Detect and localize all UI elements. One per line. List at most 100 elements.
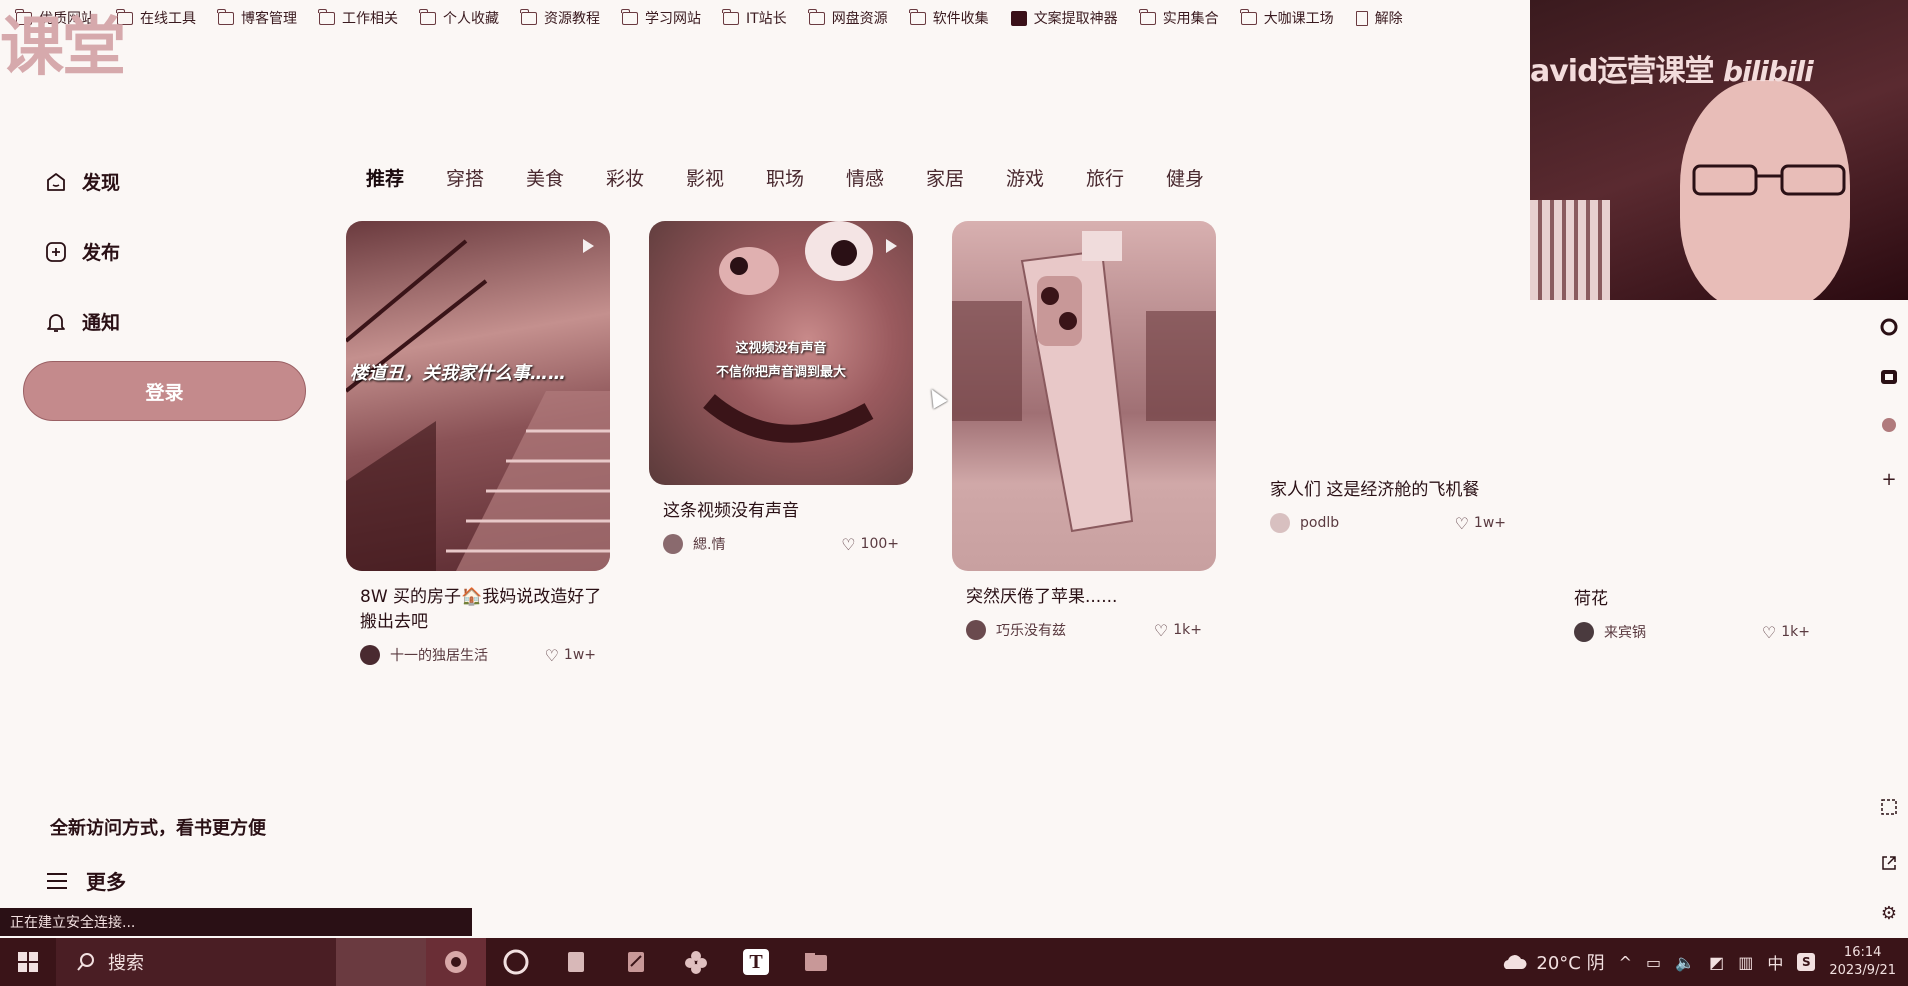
bookmark-1[interactable]: 在线工具	[116, 8, 196, 28]
network-icon[interactable]: ▭	[1646, 953, 1661, 972]
tab-emotion[interactable]: 情感	[846, 164, 926, 191]
author-name[interactable]: podlb	[1300, 515, 1455, 531]
taskbar-search[interactable]: 搜索	[56, 938, 336, 986]
like-button[interactable]: ♡ 1w+	[1455, 514, 1520, 533]
heart-icon: ♡	[1761, 622, 1777, 642]
glasses	[1692, 164, 1846, 196]
like-button[interactable]: ♡ 1k+	[1762, 623, 1824, 642]
screenshot-icon[interactable]	[1878, 796, 1900, 818]
channel-tabs: 推荐 穿搭 美食 彩妆 影视 职场 情感 家居 游戏 旅行 健身	[366, 164, 1246, 191]
login-button[interactable]: 登录	[23, 361, 306, 421]
bookmark-8[interactable]: 网盘资源	[808, 8, 888, 28]
promo-text[interactable]: 全新访问方式，看书更方便	[50, 814, 266, 840]
bookmark-6[interactable]: 学习网站	[621, 8, 701, 28]
card-title[interactable]: 这条视频没有声音	[649, 499, 913, 524]
chrome-app[interactable]	[486, 938, 546, 986]
chevron-up-icon[interactable]: ^	[1619, 953, 1632, 972]
bookmark-3[interactable]: 工作相关	[318, 8, 398, 28]
like-button[interactable]: ♡ 100+	[841, 535, 913, 554]
home-icon	[44, 170, 68, 194]
avatar[interactable]	[360, 645, 380, 665]
menu-icon	[47, 872, 67, 889]
editor-app[interactable]	[606, 938, 666, 986]
sidebar-item-publish[interactable]: 发布	[44, 238, 120, 265]
avatar[interactable]	[966, 620, 986, 640]
start-button[interactable]	[0, 938, 56, 986]
stairs-graphic	[346, 239, 610, 571]
bookmark-5[interactable]: 资源教程	[520, 8, 600, 28]
file-explorer-app[interactable]	[786, 938, 846, 986]
security-icon[interactable]: ◩	[1709, 953, 1724, 972]
bookmark-4[interactable]: 个人收藏	[419, 8, 499, 28]
avatar[interactable]	[663, 534, 683, 554]
t-icon: T	[743, 949, 769, 975]
sidebar-item-discover[interactable]: 发现	[44, 168, 120, 195]
bookmark-label: 博客管理	[241, 11, 297, 27]
author-name[interactable]: 来宾锅	[1604, 622, 1762, 642]
bookmark-label: 资源教程	[544, 11, 600, 27]
search-icon	[77, 953, 94, 971]
notes-app[interactable]	[546, 938, 606, 986]
author-name[interactable]: 緦.情	[693, 534, 841, 554]
bookmark-11[interactable]: 实用集合	[1139, 8, 1219, 28]
taskbar: 搜索 T 20°C 阴 ^ ▭ 🔈 ◩ ▥ 中 S 16:14 2023/9/2…	[0, 938, 1908, 986]
card-title[interactable]: 荷花	[1560, 587, 1824, 612]
add-icon[interactable]: +	[1878, 468, 1900, 490]
tab-games[interactable]: 游戏	[1006, 164, 1086, 191]
bookmark-13[interactable]: 解除	[1355, 8, 1403, 28]
flower-app[interactable]	[666, 938, 726, 986]
card-cover[interactable]: 这视频没有声音 不信你把声音调到最大	[649, 221, 913, 485]
bookmark-label: 学习网站	[645, 11, 701, 27]
weather-widget[interactable]: 20°C 阴	[1500, 949, 1605, 975]
card-title[interactable]: 家人们 这是经济舱的飞机餐	[1256, 478, 1520, 503]
tab-career[interactable]: 职场	[766, 164, 846, 191]
bookmark-12[interactable]: 大咖课工场	[1240, 8, 1334, 28]
card-cover[interactable]: 楼道丑，关我家什么事……	[346, 221, 610, 571]
outlook-icon[interactable]	[1878, 366, 1900, 388]
bookmark-label: 实用集合	[1162, 11, 1219, 27]
heart-icon: ♡	[841, 534, 856, 554]
author-name[interactable]: 十一的独居生活	[390, 645, 545, 665]
note-card[interactable]: 这视频没有声音 不信你把声音调到最大 这条视频没有声音 緦.情 ♡ 100+	[649, 221, 913, 554]
avatar[interactable]	[1270, 513, 1290, 533]
search-highlight-image	[336, 938, 426, 986]
sidebar-item-label: 通知	[82, 312, 121, 334]
more-menu[interactable]: 更多	[46, 866, 126, 895]
settings-icon[interactable]: ⚙	[1878, 902, 1900, 924]
extension-icon[interactable]	[1878, 414, 1900, 436]
sidebar-item-notify[interactable]: 通知	[44, 308, 120, 335]
bookmark-9[interactable]: 软件收集	[909, 8, 989, 28]
typora-app[interactable]: T	[726, 938, 786, 986]
bookmark-10[interactable]: 文案提取神器	[1010, 8, 1118, 28]
note-card[interactable]: 家人们 这是经济舱的飞机餐 podlb ♡ 1w+	[1256, 464, 1520, 533]
tab-home[interactable]: 家居	[926, 164, 1006, 191]
phone-graphic	[952, 231, 1216, 533]
tab-film[interactable]: 影视	[686, 164, 766, 191]
note-card[interactable]: 荷花 来宾锅 ♡ 1k+	[1560, 573, 1824, 642]
sogou-icon[interactable]: S	[1797, 953, 1816, 971]
bookmark-2[interactable]: 博客管理	[217, 8, 297, 28]
like-button[interactable]: ♡ 1w+	[545, 646, 610, 665]
edge-beta-app[interactable]	[426, 938, 486, 986]
bookmark-7[interactable]: IT站长	[722, 8, 787, 28]
tab-fitness[interactable]: 健身	[1166, 164, 1246, 191]
tab-makeup[interactable]: 彩妆	[606, 164, 686, 191]
author-name[interactable]: 巧乐没有兹	[996, 620, 1154, 640]
avatar[interactable]	[1574, 622, 1594, 642]
volume-icon[interactable]: 🔈	[1675, 953, 1695, 972]
like-button[interactable]: ♡ 1k+	[1154, 621, 1216, 640]
tab-recommend[interactable]: 推荐	[366, 164, 446, 191]
tab-food[interactable]: 美食	[526, 164, 606, 191]
clock[interactable]: 16:14 2023/9/21	[1829, 944, 1896, 980]
note-card[interactable]: 楼道丑，关我家什么事…… 8W 买的房子🏠我妈说改造好了搬出去吧 十一的独居生活…	[346, 221, 610, 665]
card-cover[interactable]	[952, 221, 1216, 571]
card-title[interactable]: 8W 买的房子🏠我妈说改造好了搬出去吧	[346, 585, 610, 635]
battery-icon[interactable]: ▥	[1738, 953, 1753, 972]
ime-indicator[interactable]: 中	[1767, 950, 1783, 974]
note-card[interactable]: 突然厌倦了苹果...... 巧乐没有兹 ♡ 1k+	[952, 221, 1216, 640]
tab-fashion[interactable]: 穿搭	[446, 164, 526, 191]
card-title[interactable]: 突然厌倦了苹果......	[952, 585, 1216, 610]
refresh-icon[interactable]	[1878, 316, 1900, 338]
tab-travel[interactable]: 旅行	[1086, 164, 1166, 191]
external-link-icon[interactable]	[1878, 852, 1900, 874]
